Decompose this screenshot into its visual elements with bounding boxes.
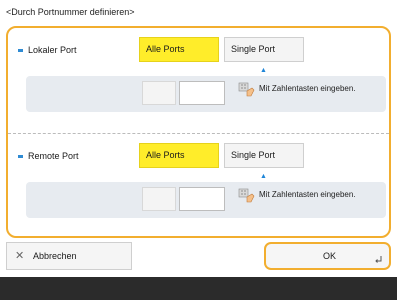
cancel-button-label: Abbrechen <box>33 251 77 261</box>
local-port-hint: Mit Zahlentasten eingeben. <box>259 84 356 93</box>
remote-port-label: Remote Port <box>28 151 79 161</box>
local-port-number-input[interactable] <box>179 81 225 105</box>
ok-button[interactable]: OK <box>264 242 391 270</box>
local-port-label: Lokaler Port <box>28 45 77 55</box>
local-all-ports-button[interactable]: Alle Ports <box>139 37 219 62</box>
local-port-label-group: Lokaler Port <box>18 45 77 55</box>
remote-port-keypad-key[interactable] <box>142 187 176 211</box>
caret-up-icon: ▲ <box>260 67 267 74</box>
keypad-hand-icon <box>238 82 255 97</box>
close-x-icon: ✕ <box>15 250 25 262</box>
bottom-status-bar <box>0 277 397 300</box>
port-settings-panel: Lokaler Port Alle Ports Single Port ▲ Mi… <box>6 26 391 238</box>
remote-all-ports-button[interactable]: Alle Ports <box>139 143 219 168</box>
caret-up-icon: ▲ <box>260 173 267 180</box>
return-enter-icon <box>375 256 382 263</box>
bullet-marker-icon <box>18 48 23 52</box>
local-single-port-button[interactable]: Single Port <box>224 37 304 62</box>
section-divider <box>8 133 389 134</box>
bullet-marker-icon <box>18 154 23 158</box>
ok-button-label: OK <box>323 251 337 261</box>
remote-single-port-button[interactable]: Single Port <box>224 143 304 168</box>
local-port-input-band: Mit Zahlentasten eingeben. <box>26 76 386 112</box>
local-port-keypad-key[interactable] <box>142 81 176 105</box>
remote-port-number-input[interactable] <box>179 187 225 211</box>
page-title: <Durch Portnummer definieren> <box>6 7 135 17</box>
remote-port-hint: Mit Zahlentasten eingeben. <box>259 190 356 199</box>
keypad-hand-icon <box>238 188 255 203</box>
remote-port-input-band: Mit Zahlentasten eingeben. <box>26 182 386 218</box>
cancel-button[interactable]: ✕ Abbrechen <box>6 242 132 270</box>
remote-port-label-group: Remote Port <box>18 151 79 161</box>
